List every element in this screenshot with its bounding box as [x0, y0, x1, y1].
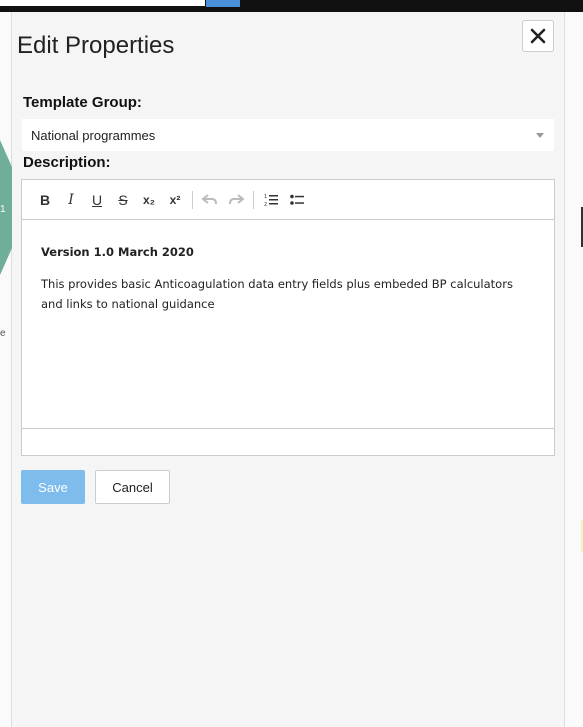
bullet-list-icon — [290, 194, 304, 205]
svg-text:2: 2 — [264, 202, 267, 207]
editor-statusbar — [22, 428, 554, 455]
undo-button[interactable] — [197, 187, 223, 213]
superscript-button[interactable]: x² — [162, 187, 188, 213]
ordered-list-button[interactable]: 1 2 — [258, 187, 284, 213]
template-group-select[interactable]: National programmes — [22, 119, 554, 151]
close-icon — [530, 28, 546, 44]
dialog-title: Edit Properties — [17, 32, 175, 59]
template-group-label: Template Group: — [23, 94, 142, 111]
content-body: This provides basic Anticoagulation data… — [41, 277, 513, 311]
background-hexagon-label: 1 — [0, 204, 6, 215]
underline-button[interactable]: U — [84, 187, 110, 213]
svg-text:1: 1 — [264, 194, 267, 200]
save-button[interactable]: Save — [21, 470, 85, 504]
background-right-strip — [564, 12, 583, 727]
background-search-button — [206, 0, 240, 7]
background-search-field — [0, 0, 205, 6]
template-group-value: National programmes — [31, 127, 156, 143]
description-editor[interactable]: B I U S x₂ x² 1 2 Version 1.0 March 2020… — [21, 179, 555, 456]
close-button[interactable] — [522, 20, 554, 52]
background-left-text: e — [0, 328, 6, 339]
background-topbar — [0, 0, 583, 12]
cancel-button[interactable]: Cancel — [95, 470, 170, 504]
redo-button[interactable] — [223, 187, 249, 213]
content-heading: Version 1.0 March 2020 — [41, 245, 194, 259]
toolbar-divider — [253, 190, 254, 209]
editor-content[interactable]: Version 1.0 March 2020 This provides bas… — [22, 220, 554, 430]
chevron-down-icon — [536, 133, 544, 138]
toolbar-divider — [192, 190, 193, 209]
editor-toolbar: B I U S x₂ x² 1 2 — [22, 180, 554, 220]
ordered-list-icon: 1 2 — [264, 194, 278, 207]
bullet-list-button[interactable] — [284, 187, 310, 213]
undo-icon — [202, 193, 217, 204]
subscript-button[interactable]: x₂ — [136, 187, 162, 213]
bold-button[interactable]: B — [32, 187, 58, 213]
description-label: Description: — [23, 154, 111, 171]
edit-properties-panel: Edit Properties Template Group: National… — [12, 12, 564, 727]
background-left-strip — [0, 12, 12, 727]
italic-button[interactable]: I — [58, 187, 84, 213]
redo-icon — [229, 193, 244, 204]
strikethrough-button[interactable]: S — [110, 187, 136, 213]
